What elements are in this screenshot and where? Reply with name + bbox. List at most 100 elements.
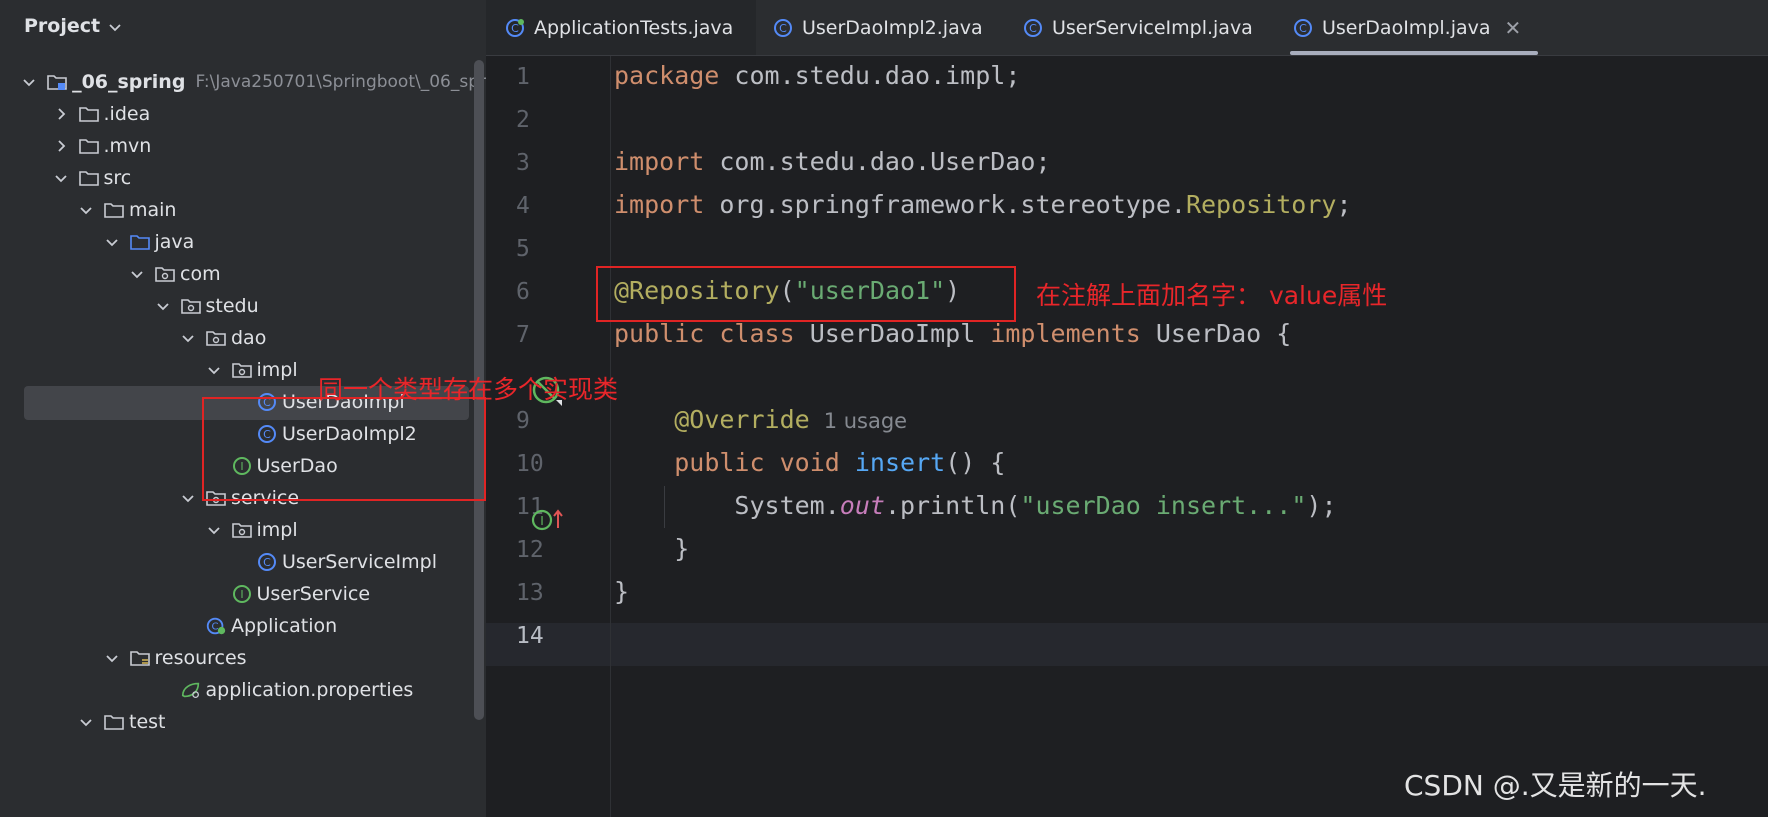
- tree-item[interactable]: C Application: [0, 608, 486, 644]
- chevron-down-icon[interactable]: [181, 491, 195, 505]
- svg-text:C: C: [511, 22, 519, 35]
- code-line-13[interactable]: }: [614, 577, 629, 606]
- chevron-down-icon[interactable]: [22, 75, 36, 89]
- svg-text:I: I: [540, 514, 544, 528]
- tree-item-label: main: [129, 199, 177, 221]
- line-number: 2: [516, 107, 530, 133]
- tab-userserviceimpl[interactable]: C UserServiceImpl.java: [1022, 0, 1253, 55]
- source-folder-icon: [129, 231, 151, 253]
- package-icon: [231, 519, 253, 541]
- project-panel-title[interactable]: Project: [24, 15, 100, 37]
- line-number: 13: [516, 580, 544, 606]
- chevron-down-icon[interactable]: [130, 267, 144, 281]
- current-line-highlight: [486, 623, 1768, 666]
- tree-item[interactable]: stedu: [0, 288, 486, 324]
- chevron-down-icon[interactable]: [79, 203, 93, 217]
- package-icon: [180, 295, 202, 317]
- tree-item-label: impl: [256, 519, 298, 541]
- tree-item[interactable]: C UserServiceImpl: [0, 544, 486, 580]
- chevron-down-icon[interactable]: [207, 523, 221, 537]
- line-number: 12: [516, 537, 544, 563]
- project-panel-header[interactable]: Project: [0, 0, 486, 52]
- active-tab-indicator: [1290, 51, 1538, 55]
- tree-item[interactable]: _06_spring F:\Java250701\Springboot\_06_s…: [0, 64, 486, 100]
- chevron-right-icon[interactable]: [54, 139, 68, 153]
- class-icon: C: [1022, 17, 1044, 39]
- tree-item-label: impl: [256, 359, 298, 381]
- tree-item-label: _06_spring: [72, 71, 186, 93]
- usage-hint[interactable]: 1 usage: [824, 409, 907, 433]
- folder-icon: [78, 103, 100, 125]
- highlight-box-repository: [596, 266, 1016, 322]
- chevron-down-icon[interactable]: [181, 331, 195, 345]
- tree-item[interactable]: I UserService: [0, 576, 486, 612]
- tree-item[interactable]: test: [0, 704, 486, 740]
- line-number: 7: [516, 322, 530, 348]
- chevron-down-icon[interactable]: [207, 363, 221, 377]
- chevron-down-icon[interactable]: [156, 299, 170, 313]
- spring-boot-class-icon: C: [205, 615, 227, 637]
- tree-item-label: dao: [231, 327, 267, 349]
- tree-item[interactable]: src: [0, 160, 486, 196]
- implements-method-icon[interactable]: I: [530, 506, 566, 538]
- tree-item[interactable]: .mvn: [0, 128, 486, 164]
- tree-item[interactable]: java: [0, 224, 486, 260]
- chevron-right-icon[interactable]: [54, 107, 68, 121]
- note-multiple-impl: 同一个类型存在多个实现类: [318, 375, 619, 404]
- tree-item[interactable]: resources: [0, 640, 486, 676]
- chevron-down-icon[interactable]: [108, 19, 122, 33]
- tree-item-label: src: [103, 167, 132, 189]
- package-icon: [231, 359, 253, 381]
- tab-label: UserServiceImpl.java: [1052, 16, 1253, 39]
- tree-item-label: java: [154, 231, 195, 253]
- interface-icon: I: [231, 583, 253, 605]
- tree-item-label: application.properties: [205, 679, 414, 701]
- tab-application-tests[interactable]: C ApplicationTests.java: [486, 0, 756, 55]
- chevron-down-icon[interactable]: [79, 715, 93, 729]
- tree-item-label: UserServiceImpl: [282, 551, 437, 573]
- tree-item-label: com: [180, 263, 221, 285]
- tree-item-label: stedu: [205, 295, 259, 317]
- chevron-down-icon[interactable]: [54, 171, 68, 185]
- tree-item[interactable]: main: [0, 192, 486, 228]
- code-line-3[interactable]: import com.stedu.dao.UserDao;: [614, 147, 1051, 176]
- class-icon: C: [256, 551, 278, 573]
- line-number: 5: [516, 236, 530, 262]
- svg-text:C: C: [212, 622, 219, 633]
- svg-text:C: C: [779, 22, 787, 35]
- code-line-10[interactable]: public void insert() {: [614, 448, 1005, 477]
- code-line-4[interactable]: import org.springframework.stereotype.Re…: [614, 190, 1352, 219]
- code-line-7[interactable]: public class UserDaoImpl implements User…: [614, 319, 1291, 348]
- tab-label: ApplicationTests.java: [534, 16, 734, 39]
- chevron-down-icon[interactable]: [105, 651, 119, 665]
- tab-userdaoimpl2[interactable]: C UserDaoImpl2.java: [772, 0, 983, 55]
- code-line-1[interactable]: package com.stedu.dao.impl;: [614, 61, 1020, 90]
- folder-icon: [78, 167, 100, 189]
- tree-item-label: .idea: [103, 103, 151, 125]
- tab-label: UserDaoImpl2.java: [802, 16, 983, 39]
- watermark: CSDN @.又是新的一天.: [1404, 769, 1707, 802]
- code-line-12[interactable]: }: [614, 534, 689, 563]
- tree-item-label: resources: [154, 647, 247, 669]
- code-line-9[interactable]: @Override 1 usage: [614, 405, 907, 434]
- close-icon[interactable]: ✕: [1505, 16, 1522, 40]
- svg-text:C: C: [1029, 22, 1037, 35]
- tree-item[interactable]: com: [0, 256, 486, 292]
- line-number: 3: [516, 150, 530, 176]
- class-icon: C: [1292, 17, 1314, 39]
- line-number: 1: [516, 64, 530, 90]
- tree-item[interactable]: application.properties: [0, 672, 486, 708]
- tree-item[interactable]: impl: [0, 512, 486, 548]
- code-editor: C ApplicationTests.java C UserDaoImpl2.j…: [486, 0, 1768, 817]
- line-number: 4: [516, 193, 530, 219]
- code-line-11[interactable]: System.out.println("userDao insert...");: [614, 491, 1336, 520]
- package-icon: [205, 327, 227, 349]
- line-number-current: 14: [516, 623, 544, 649]
- tree-item[interactable]: dao: [0, 320, 486, 356]
- folder-icon: [103, 711, 125, 733]
- tab-userdaoimpl-active[interactable]: C UserDaoImpl.java ✕: [1292, 0, 1521, 55]
- tree-item[interactable]: .idea: [0, 96, 486, 132]
- chevron-down-icon[interactable]: [105, 235, 119, 249]
- line-number: 6: [516, 279, 530, 305]
- editor-gutter: 1 2 3 4 5 6 7 9 10 11 12 13 14 I: [486, 56, 611, 817]
